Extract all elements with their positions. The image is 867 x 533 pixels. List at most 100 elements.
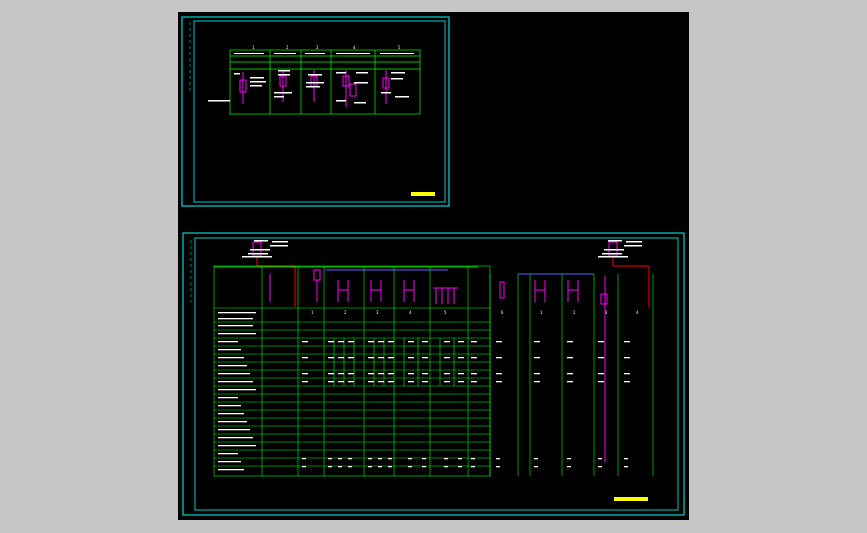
sheet-1-column-number: 4 bbox=[353, 45, 356, 50]
sheet-1-devices bbox=[239, 70, 390, 107]
sheet-2-cell-value bbox=[348, 373, 354, 375]
sheet-2-cell-value bbox=[496, 357, 502, 359]
sheet-1-column-numbers: 1 2 3 4 5 bbox=[252, 45, 401, 50]
sheet-2-cell-value bbox=[471, 458, 475, 460]
sheet-2-cell-value bbox=[368, 341, 374, 343]
sheet-2-cell-value bbox=[328, 357, 334, 359]
sheet-2-cell-value bbox=[471, 466, 475, 468]
sheet-1-column-number: 2 bbox=[286, 45, 289, 50]
sheet-2-cell-value bbox=[534, 357, 540, 359]
sheet-2-panel-number: 3 bbox=[605, 310, 608, 315]
sheet-2-cell-value bbox=[302, 373, 308, 375]
sheet-2-cell-value bbox=[534, 341, 540, 343]
sheet-2-cell-value bbox=[444, 341, 450, 343]
sheet-2-panel-number: 1 bbox=[311, 310, 314, 315]
sheet-1-title-block bbox=[411, 192, 435, 196]
sheet-2-cell-value bbox=[471, 341, 477, 343]
sheet-2-cell-value bbox=[534, 466, 538, 468]
sheet-2-cell-value bbox=[368, 357, 374, 359]
sheet-2-cell-value bbox=[496, 373, 502, 375]
sheet-2-cell-value bbox=[338, 466, 342, 468]
sheet-2-row-label bbox=[218, 413, 244, 415]
sheet-2-cell-value bbox=[302, 357, 308, 359]
sheet-2-title-block bbox=[614, 497, 648, 501]
sheet-2-row-label bbox=[218, 405, 241, 407]
sheet-2-cell-value bbox=[348, 357, 354, 359]
sheet-2-row-label bbox=[218, 453, 238, 455]
cad-viewport[interactable]: 1 2 3 4 5 1 2 3 4 5 6 1 2 3 4 bbox=[178, 12, 689, 520]
sheet-1-column-number: 5 bbox=[398, 45, 401, 50]
sheet-2-cell-value bbox=[458, 341, 464, 343]
sheet-2-cell-value bbox=[567, 466, 571, 468]
sheet-2-panel-number: 5 bbox=[444, 310, 447, 315]
sheet-2-row-label bbox=[218, 373, 250, 375]
sheet-2-row-label bbox=[218, 325, 253, 327]
sheet-2-cell-value bbox=[422, 381, 428, 383]
sheet-2-cell-value bbox=[496, 381, 502, 383]
sheet-2-row-label bbox=[218, 461, 241, 463]
sheet-2-cell-value bbox=[408, 373, 414, 375]
sheet-2-cell-text bbox=[218, 312, 630, 471]
sheet-2-row-label bbox=[218, 365, 247, 367]
sheet-2-cell-value bbox=[388, 373, 394, 375]
sheet-1[interactable]: 1 2 3 4 5 bbox=[181, 16, 450, 207]
sheet-2-cell-value bbox=[378, 381, 384, 383]
sheet-2-breakers bbox=[313, 269, 608, 305]
sheet-2-row-label bbox=[218, 333, 256, 335]
sheet-2-row-label bbox=[218, 381, 253, 383]
sheet-2-cell-value bbox=[458, 373, 464, 375]
sheet-2-cell-value bbox=[534, 373, 540, 375]
sheet-2-row-label bbox=[218, 341, 238, 343]
sheet-2-row-label bbox=[218, 445, 256, 447]
sheet-2-cell-value bbox=[338, 357, 344, 359]
sheet-2-cell-value bbox=[302, 341, 308, 343]
sheet-2-cell-value bbox=[368, 381, 374, 383]
sheet-2-cell-value bbox=[302, 381, 308, 383]
sheet-2-cell-value bbox=[422, 357, 428, 359]
sheet-2-inner-frame bbox=[194, 237, 679, 511]
sheet-2-cell-value bbox=[496, 341, 502, 343]
sheet-2-cell-value bbox=[328, 373, 334, 375]
sheet-2-cell-value bbox=[567, 373, 573, 375]
sheet-2-cell-value bbox=[458, 466, 462, 468]
sheet-2-cell-value bbox=[348, 381, 354, 383]
sheet-2-panel-number: 4 bbox=[636, 310, 639, 315]
sheet-2-cell-value bbox=[422, 458, 426, 460]
sheet-2-cell-value bbox=[348, 466, 352, 468]
sheet-2-panel-number: 1 bbox=[540, 310, 543, 315]
sheet-2-cell-value bbox=[388, 341, 394, 343]
sheet-2-cell-value bbox=[444, 381, 450, 383]
sheet-2-cell-value bbox=[328, 381, 334, 383]
sheet-2-cell-value bbox=[302, 458, 306, 460]
sheet-2-cell-value bbox=[388, 466, 392, 468]
sheet-1-column-number: 1 bbox=[252, 45, 255, 50]
sheet-2-row-label bbox=[218, 421, 247, 423]
sheet-2-row-label bbox=[218, 312, 256, 314]
sheet-2-cell-value bbox=[624, 458, 628, 460]
sheet-2-cell-value bbox=[444, 458, 448, 460]
sheet-2-cell-value bbox=[328, 466, 332, 468]
sheet-2-cell-value bbox=[378, 458, 382, 460]
sheet-2-cell-value bbox=[598, 381, 604, 383]
sheet-2-panel-numbers: 1 2 3 4 5 6 1 2 3 4 bbox=[311, 310, 639, 315]
sheet-2-cell-value bbox=[471, 381, 477, 383]
sheet-2-cell-value bbox=[624, 357, 630, 359]
sheet-2-cell-value bbox=[567, 357, 573, 359]
sheet-2-panel-number: 2 bbox=[573, 310, 576, 315]
sheet-2-cell-value bbox=[338, 458, 342, 460]
sheet-2-panel-number: 6 bbox=[501, 310, 504, 315]
sheet-2-cell-value bbox=[338, 381, 344, 383]
sheet-2-table bbox=[213, 265, 491, 477]
sheet-2-row-label bbox=[218, 357, 244, 359]
sheet-2-row-label bbox=[218, 469, 244, 471]
sheet-2-cell-value bbox=[624, 373, 630, 375]
sheet-2-cell-value bbox=[328, 458, 332, 460]
sheet-2-cell-value bbox=[598, 341, 604, 343]
sheet-2-cell-value bbox=[444, 373, 450, 375]
sheet-2-cell-value bbox=[408, 357, 414, 359]
sheet-2-row-label bbox=[218, 349, 241, 351]
sheet-2-cell-value bbox=[471, 373, 477, 375]
sheet-2-panel-number: 2 bbox=[344, 310, 347, 315]
sheet-2-cell-value bbox=[368, 466, 372, 468]
sheet-2[interactable]: 1 2 3 4 5 6 1 2 3 4 bbox=[182, 232, 685, 516]
